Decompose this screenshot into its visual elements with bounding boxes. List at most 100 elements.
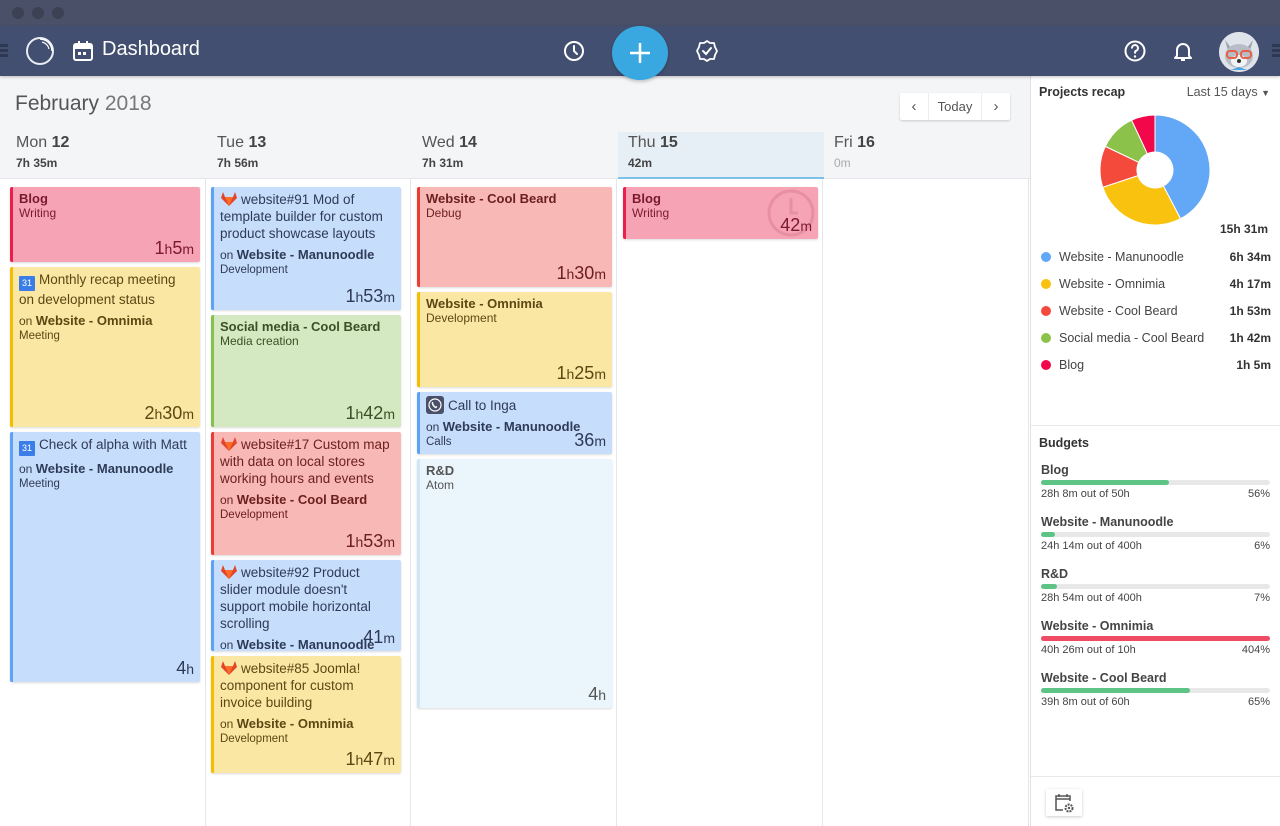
entry-duration: 36m <box>574 430 606 450</box>
entry-project: Social media - Cool Beard <box>220 319 381 334</box>
year: 2018 <box>104 92 152 115</box>
entry-duration: 1h47m <box>345 749 395 769</box>
time-entry[interactable]: website#91 Mod of template builder for c… <box>211 187 401 310</box>
entry-category: Meeting <box>19 330 60 342</box>
budget-progress-fill <box>1041 532 1055 537</box>
legend-label: Website - Manunoodle <box>1059 250 1184 264</box>
time-entry[interactable]: Call to Inga on Website - Manunoodle Cal… <box>417 392 612 454</box>
budgets-title: Budgets <box>1039 436 1089 450</box>
budget-name: R&D <box>1041 567 1069 581</box>
day-header-thu[interactable]: Thu 15 42m <box>618 132 824 179</box>
calendar-settings-button[interactable] <box>1046 789 1082 816</box>
top-navbar: Dashboard <box>0 26 1280 80</box>
day-total: 7h 31m <box>422 156 464 170</box>
day-header-fri[interactable]: Fri 16 0m <box>824 132 1030 179</box>
time-entry[interactable]: Website - Cool Beard Debug 1h30m <box>417 187 612 287</box>
google-calendar-icon: 31 <box>19 276 35 291</box>
prev-week-button[interactable]: ‹ <box>900 93 928 120</box>
time-entry[interactable]: R&D Atom 4h <box>417 459 612 708</box>
time-entry[interactable]: website#17 Custom map with data on local… <box>211 432 401 555</box>
side-menu-icon[interactable] <box>1272 44 1280 58</box>
minimize-window-button[interactable] <box>32 7 44 19</box>
time-entry[interactable]: 31 Monthly recap meeting on development s… <box>10 267 200 427</box>
budget-item[interactable]: Website - Cool Beard 39h 8m out of 60h 65… <box>1041 671 1270 708</box>
day-column-fri[interactable] <box>823 179 1029 826</box>
budget-name: Website - Cool Beard <box>1041 671 1167 685</box>
day-total: 7h 56m <box>217 156 259 170</box>
entry-duration: 42m <box>780 215 812 235</box>
day-header-mon[interactable]: Mon 12 7h 35m <box>0 132 206 179</box>
maximize-window-button[interactable] <box>52 7 64 19</box>
day-column-mon[interactable]: Blog Writing 1h5m 31 Monthly recap meetin… <box>0 179 206 826</box>
entry-duration: 41m <box>363 627 395 647</box>
clock-icon[interactable] <box>562 39 586 63</box>
menu-icon[interactable] <box>0 44 8 58</box>
close-window-button[interactable] <box>12 7 24 19</box>
day-column-tue[interactable]: website#91 Mod of template builder for c… <box>205 179 411 826</box>
add-button[interactable] <box>612 26 668 80</box>
budget-used: 39h 8m out of 60h <box>1041 696 1130 708</box>
budget-percent: 404% <box>1241 644 1270 656</box>
entry-title: Monthly recap meeting on development sta… <box>19 272 176 307</box>
google-calendar-icon: 31 <box>19 441 35 456</box>
entry-duration: 1h25m <box>556 363 606 383</box>
budget-progress-bar <box>1041 480 1270 485</box>
raccoon-avatar-icon <box>1219 32 1259 72</box>
day-name: Thu <box>628 134 656 151</box>
app-logo-icon[interactable] <box>24 35 56 67</box>
time-entry[interactable]: Blog Writing 1h5m <box>10 187 200 262</box>
entry-title: Check of alpha with Matt <box>39 437 187 452</box>
entry-duration: 4h <box>176 658 194 678</box>
legend-item: Website - Manunoodle 6h 34m <box>1041 250 1271 264</box>
budget-used: 28h 54m out of 400h <box>1041 592 1142 604</box>
window-titlebar <box>0 0 1280 26</box>
budget-progress-fill <box>1041 688 1190 693</box>
legend-label: Website - Cool Beard <box>1059 304 1178 318</box>
recap-total: 15h 31m <box>1219 222 1268 236</box>
legend-dot <box>1041 360 1051 370</box>
legend-item: Social media - Cool Beard 1h 42m <box>1041 331 1271 345</box>
today-button[interactable]: Today <box>928 93 982 120</box>
gitlab-icon <box>221 192 237 206</box>
time-entry[interactable]: website#92 Product slider module doesn't… <box>211 560 401 651</box>
calendar-settings-icon <box>1055 794 1074 813</box>
day-column-thu[interactable]: Blog Writing 42m <box>617 179 823 826</box>
day-column-wed[interactable]: Website - Cool Beard Debug 1h30m Website… <box>411 179 617 826</box>
budget-item[interactable]: R&D 28h 54m out of 400h 7% <box>1041 567 1270 604</box>
time-entry[interactable]: 31 Check of alpha with Matt on Website - … <box>10 432 200 682</box>
avatar[interactable] <box>1219 32 1259 72</box>
entry-title: Call to Inga <box>448 398 517 413</box>
check-badge-icon[interactable] <box>695 39 719 63</box>
next-week-button[interactable]: › <box>982 93 1010 120</box>
day-header-tue[interactable]: Tue 13 7h 56m <box>201 132 407 179</box>
entry-category: Meeting <box>19 478 60 490</box>
help-icon[interactable] <box>1123 39 1147 63</box>
bell-icon[interactable] <box>1171 39 1195 63</box>
right-sidebar: Projects recap Last 15 days ▼ 15h 31m We… <box>1030 76 1280 826</box>
day-number: 12 <box>51 134 70 151</box>
budget-used: 24h 14m out of 400h <box>1041 540 1142 552</box>
projects-donut-chart <box>1099 114 1211 226</box>
budget-item[interactable]: Blog 28h 8m out of 50h 56% <box>1041 463 1270 500</box>
entry-project: Website - Cool Beard <box>426 191 557 206</box>
budget-item[interactable]: Website - Manunoodle 24h 14m out of 400h… <box>1041 515 1270 552</box>
gitlab-icon <box>221 437 237 451</box>
budget-item[interactable]: Website - Omnimia 40h 26m out of 10h 404% <box>1041 619 1270 656</box>
range-dropdown[interactable]: Last 15 days ▼ <box>1187 85 1270 99</box>
legend-value: 4h 17m <box>1229 277 1271 291</box>
legend-value: 1h 53m <box>1229 304 1271 318</box>
day-total: 0m <box>834 156 851 170</box>
time-entry[interactable]: Website - Omnimia Development 1h25m <box>417 292 612 387</box>
legend-value: 1h 42m <box>1229 331 1271 345</box>
time-entry[interactable]: website#85 Joomla! component for custom … <box>211 656 401 773</box>
time-entry[interactable]: Social media - Cool Beard Media creation… <box>211 315 401 427</box>
budget-percent: 6% <box>1254 540 1270 552</box>
gitlab-icon <box>221 661 237 675</box>
budget-used: 28h 8m out of 50h <box>1041 488 1130 500</box>
time-entry-running[interactable]: Blog Writing 42m <box>623 187 818 239</box>
caret-down-icon: ▼ <box>1261 88 1270 98</box>
entry-duration: 1h42m <box>345 403 395 423</box>
day-header-wed[interactable]: Wed 14 7h 31m <box>406 132 612 179</box>
range-value: Last 15 days <box>1186 85 1258 99</box>
page-title: Dashboard <box>102 38 200 60</box>
